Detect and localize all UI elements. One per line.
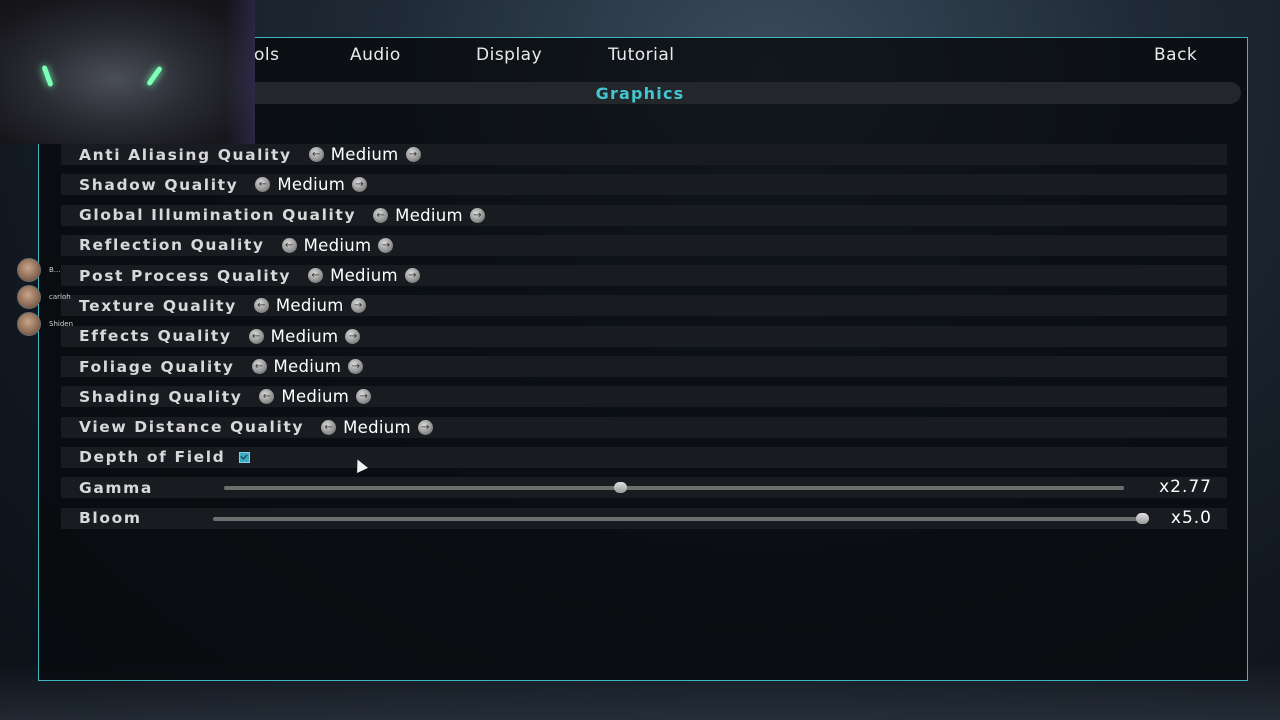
chevron-right-icon[interactable]: → [469,207,485,223]
setting-row: Depth of Field [61,446,1227,468]
selector-value: Medium [303,235,372,255]
viewer-entry: B... [17,258,60,282]
setting-row: Gamma x2.77 [61,477,1227,499]
setting-label: Shadow Quality [79,175,239,194]
quality-selector: ← Medium → [308,266,420,285]
quality-selector: ← Medium → [281,235,394,255]
setting-label: Depth of Field [79,448,226,467]
avatar [17,312,41,336]
setting-label: View Distance Quality [79,418,305,437]
chevron-right-icon[interactable]: → [404,268,420,284]
selector-value: Medium [395,205,463,225]
selector-value: Medium [273,357,342,377]
chevron-left-icon[interactable]: ← [255,177,271,193]
viewer-entry: Shiden [17,312,73,336]
setting-label: Global Illumination Quality [79,206,357,225]
setting-label: Gamma [79,478,153,497]
chevron-left-icon[interactable]: ← [308,147,324,162]
quality-selector: ← Medium → [259,387,372,407]
avatar [17,258,41,282]
setting-label: Anti Aliasing Quality [79,145,292,164]
selector-value: Medium [270,326,339,346]
quality-selector: ← Medium → [251,357,364,377]
setting-row: View Distance Quality ← Medium → [61,416,1227,438]
viewer-name: carloh [49,293,71,301]
setting-row: Foliage Quality ← Medium → [61,356,1227,378]
slider-value: x5.0 [1170,507,1212,528]
chevron-right-icon[interactable]: → [352,177,368,193]
chevron-left-icon[interactable]: ← [308,268,324,284]
tab-display[interactable]: Display [476,45,542,65]
chevron-right-icon[interactable]: → [356,389,372,405]
viewer-name: Shiden [49,320,74,328]
setting-row: Texture Quality ← Medium → [61,295,1227,317]
selector-value: Medium [277,175,346,195]
avatar [17,285,41,309]
setting-label: Texture Quality [79,296,237,315]
webcam-shade [225,0,255,144]
webcam-overlay [0,0,255,144]
tab-tutorial[interactable]: Tutorial [608,45,675,65]
chevron-left-icon[interactable]: ← [259,389,275,405]
chevron-right-icon[interactable]: → [405,147,421,162]
chevron-right-icon[interactable]: → [348,359,364,375]
quality-selector: ← Medium → [255,175,368,195]
chevron-left-icon[interactable]: ← [281,237,297,253]
chevron-left-icon[interactable]: ← [251,359,267,375]
quality-selector: ← Medium → [373,206,485,225]
setting-row: Anti Aliasing Quality ← Medium → [61,144,1227,165]
chevron-right-icon[interactable]: → [345,328,361,344]
setting-label: Bloom [79,509,142,528]
gamma-slider[interactable] [224,482,1124,494]
chevron-right-icon[interactable]: → [350,298,366,314]
back-button[interactable]: Back [1154,45,1197,65]
setting-row: Global Illumination Quality ← Medium → [61,204,1227,226]
selector-value: Medium [343,417,411,437]
quality-selector: ← Medium → [248,326,361,346]
tab-audio[interactable]: Audio [350,45,401,65]
setting-row: Bloom x5.0 [61,507,1227,529]
selector-value: Medium [281,387,350,407]
selector-value: Medium [275,296,344,316]
headset-light-right [146,65,163,87]
settings-list: Anti Aliasing Quality ← Medium → Shadow Qual… [61,144,1227,538]
setting-row: Post Process Quality ← Medium → [61,265,1227,287]
chevron-left-icon[interactable]: ← [248,328,264,344]
headset-light-left [41,64,54,88]
selector-value: Medium [330,266,398,286]
setting-label: Shading Quality [79,387,243,406]
chevron-right-icon[interactable]: → [417,419,433,435]
quality-selector: ← Medium → [308,145,421,164]
quality-selector: ← Medium → [253,296,366,316]
quality-selector: ← Medium → [321,418,433,437]
setting-row: Shadow Quality ← Medium → [61,174,1227,196]
viewer-entry: carloh [17,285,71,309]
setting-label: Effects Quality [79,327,232,346]
tab-controls[interactable]: ols [254,45,279,65]
depth-of-field-checkbox[interactable] [239,451,251,463]
setting-row: Effects Quality ← Medium → [61,325,1227,347]
setting-label: Reflection Quality [79,236,265,255]
slider-value: x2.77 [1159,477,1212,498]
selector-value: Medium [330,145,399,164]
chevron-left-icon[interactable]: ← [321,419,337,435]
setting-label: Foliage Quality [79,357,235,376]
chevron-left-icon[interactable]: ← [373,207,389,223]
chevron-right-icon[interactable]: → [378,237,394,253]
slider-thumb[interactable] [1136,512,1149,524]
setting-row: Shading Quality ← Medium → [61,386,1227,408]
bloom-slider[interactable] [213,512,1149,524]
viewer-name: B... [49,266,61,274]
setting-row: Reflection Quality ← Medium → [61,234,1227,256]
slider-thumb[interactable] [614,482,627,494]
chevron-left-icon[interactable]: ← [253,298,269,314]
setting-label: Post Process Quality [79,266,292,285]
